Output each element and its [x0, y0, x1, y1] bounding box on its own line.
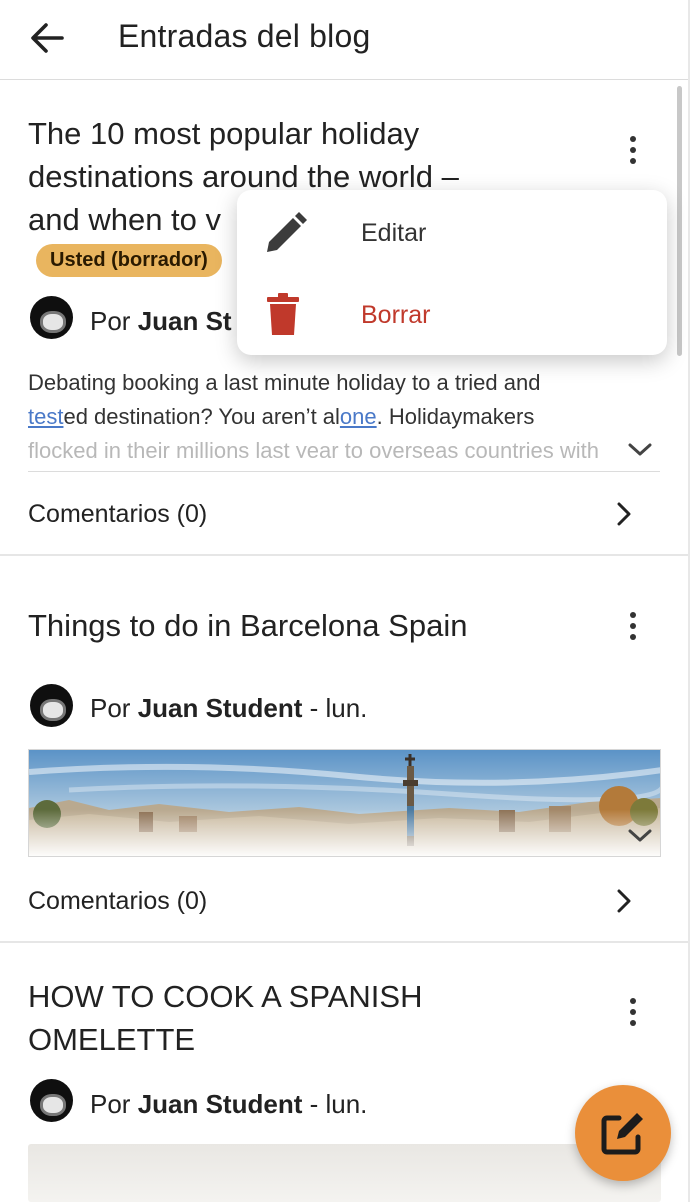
comments-row[interactable]: Comentarios (0) — [0, 471, 688, 551]
kebab-dot — [630, 158, 636, 164]
kebab-dot — [630, 998, 636, 1004]
back-button[interactable] — [28, 20, 68, 56]
barcelona-panorama-image — [29, 750, 660, 856]
post-context-menu: Editar Borrar — [237, 190, 667, 355]
post-title[interactable]: HOW TO COOK A SPANISH OMELETTE — [28, 975, 422, 1061]
compose-icon — [601, 1113, 643, 1155]
menu-item-label: Borrar — [361, 301, 431, 329]
avatar — [30, 684, 73, 727]
author-prefix: Por — [90, 693, 138, 723]
chevron-down-icon — [628, 829, 652, 842]
post-date: - lun. — [302, 1089, 368, 1119]
trash-icon — [267, 293, 299, 335]
excerpt-line: tested destination? You aren’t alone. Ho… — [28, 400, 664, 434]
page-title: Entradas del blog — [118, 18, 371, 54]
post-options-button[interactable] — [618, 130, 648, 170]
chevron-right-icon — [617, 502, 631, 526]
post-cover-image[interactable] — [28, 1144, 661, 1202]
author-name: Juan Student — [137, 693, 303, 723]
post-cover-image[interactable] — [28, 749, 661, 857]
chevron-right-icon — [617, 889, 631, 913]
post-date: - lun. — [302, 693, 368, 723]
excerpt-text: ed destination? You aren’t al — [63, 404, 340, 429]
avatar — [30, 296, 73, 339]
kebab-dot — [630, 1020, 636, 1026]
arrow-left-icon — [31, 23, 64, 53]
chevron-down-icon — [628, 443, 652, 456]
kebab-dot — [630, 136, 636, 142]
post-title-line: Things to do in Barcelona Spain — [28, 608, 468, 643]
excerpt-link[interactable]: one — [340, 404, 377, 429]
author-name: Juan St — [137, 306, 232, 336]
kebab-dot — [630, 612, 636, 618]
excerpt-line: flocked in their millions last year to o… — [28, 438, 600, 458]
menu-item-label: Editar — [361, 219, 427, 247]
post-excerpt: Debating booking a last minute holiday t… — [28, 366, 664, 458]
comments-row[interactable]: Comentarios (0) — [0, 860, 688, 940]
app-header: Entradas del blog — [0, 0, 690, 80]
author-prefix: Por — [90, 1089, 138, 1119]
post-options-button[interactable] — [618, 992, 648, 1032]
expand-button[interactable] — [626, 440, 654, 460]
menu-item-delete[interactable]: Borrar — [237, 275, 667, 355]
divider — [28, 471, 660, 472]
comments-label: Comentarios (0) — [28, 500, 208, 528]
pencil-icon — [267, 212, 307, 252]
post-title-line: OMELETTE — [28, 1022, 196, 1057]
kebab-dot — [630, 147, 636, 153]
post-title[interactable]: Things to do in Barcelona Spain — [28, 604, 467, 647]
post-title-line: The 10 most popular holiday — [28, 116, 420, 151]
post-divider — [0, 554, 688, 556]
draft-status-badge: Usted (borrador) — [36, 244, 222, 277]
author-name: Juan Student — [137, 1089, 303, 1119]
comments-label: Comentarios (0) — [28, 887, 208, 915]
author-line: Por Juan Student - lun. — [90, 1089, 367, 1120]
kebab-dot — [630, 1009, 636, 1015]
post-options-button[interactable] — [618, 606, 648, 646]
author-line: Por Juan St — [90, 306, 232, 337]
post-title-line: HOW TO COOK A SPANISH — [28, 979, 423, 1014]
excerpt-text: . Holidaymakers — [376, 404, 535, 429]
compose-post-button[interactable] — [575, 1085, 671, 1181]
avatar — [30, 1079, 73, 1122]
author-line: Por Juan Student - lun. — [90, 693, 367, 724]
kebab-dot — [630, 634, 636, 640]
scrollbar[interactable] — [677, 86, 682, 356]
kebab-dot — [630, 623, 636, 629]
menu-item-edit[interactable]: Editar — [237, 192, 667, 272]
expand-button[interactable] — [626, 826, 654, 846]
excerpt-line: Debating booking a last minute holiday t… — [28, 370, 541, 395]
post-divider — [0, 941, 688, 943]
excerpt-link[interactable]: test — [28, 404, 63, 429]
author-prefix: Por — [90, 306, 138, 336]
